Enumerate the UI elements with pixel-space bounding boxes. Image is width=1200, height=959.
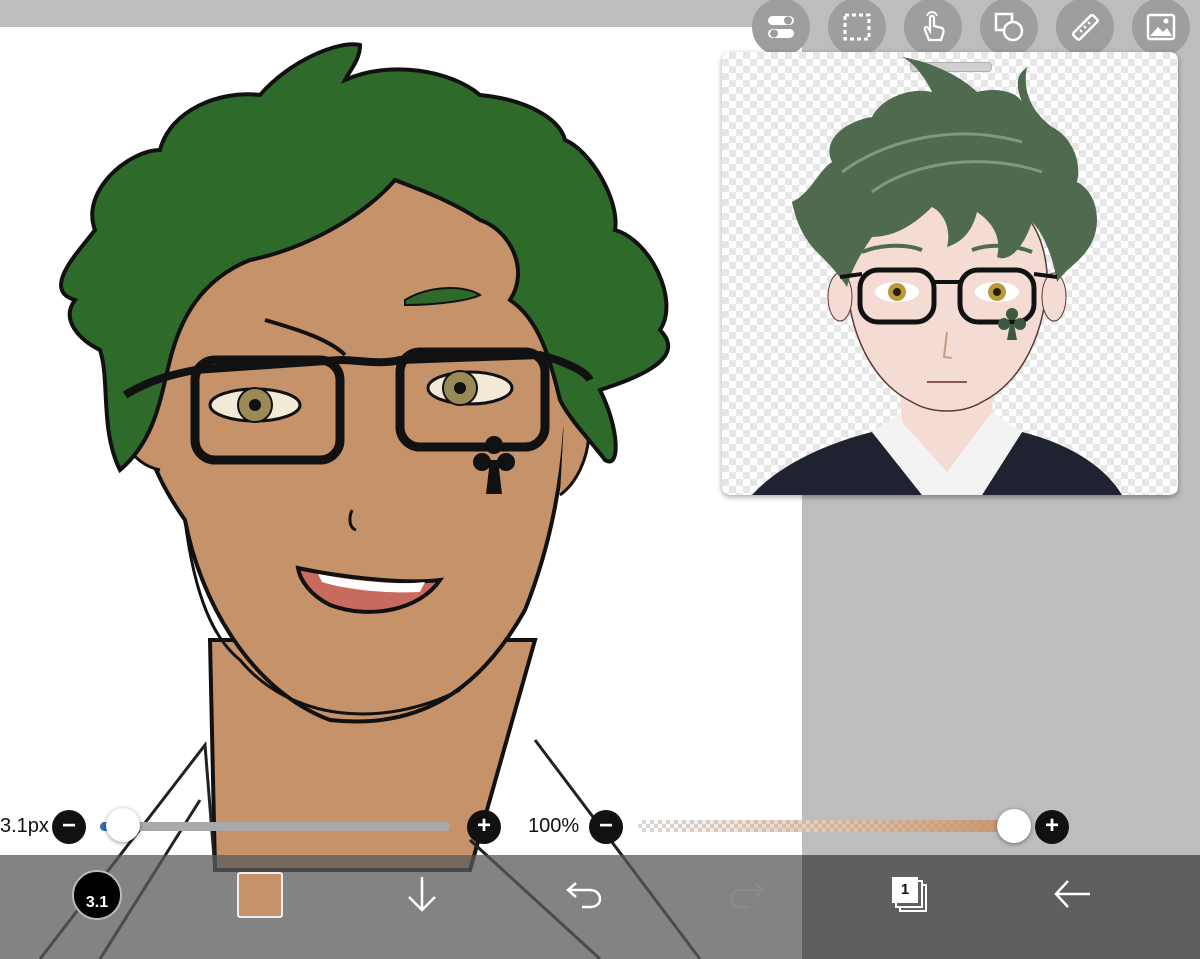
layer-count: 1 [900, 881, 910, 898]
reference-image [752, 57, 1122, 495]
back-arrow-icon[interactable] [1050, 874, 1096, 914]
redo-icon[interactable] [725, 874, 769, 914]
undo-icon[interactable] [562, 874, 606, 914]
shapes-icon[interactable] [980, 0, 1038, 56]
toggle-icon[interactable] [752, 0, 810, 56]
selection-icon[interactable] [828, 0, 886, 56]
brush-size-thumb[interactable] [106, 808, 140, 842]
opacity-slider[interactable] [638, 820, 1018, 832]
image-icon[interactable] [1132, 0, 1190, 56]
bottom-toolbar-right [802, 855, 1200, 959]
opacity-thumb[interactable] [997, 809, 1031, 843]
brush-size-value: 3.1 [85, 894, 109, 911]
color-swatch[interactable] [237, 872, 283, 918]
touch-hand-icon[interactable] [904, 0, 962, 56]
opacity-label: 100% [528, 815, 580, 837]
ruler-icon[interactable] [1056, 0, 1114, 56]
opacity-decrease-button[interactable]: − [589, 810, 623, 844]
brush-size-slider[interactable] [100, 822, 450, 831]
layers-button[interactable]: 1 [890, 875, 932, 917]
opacity-increase-button[interactable]: + [1035, 810, 1069, 844]
download-arrow-icon[interactable] [402, 872, 442, 916]
brush-size-increase-button[interactable]: + [467, 810, 501, 844]
brush-size-decrease-button[interactable]: − [52, 810, 86, 844]
brush-size-label: 3.1px [0, 815, 49, 837]
reference-window[interactable] [722, 52, 1178, 495]
